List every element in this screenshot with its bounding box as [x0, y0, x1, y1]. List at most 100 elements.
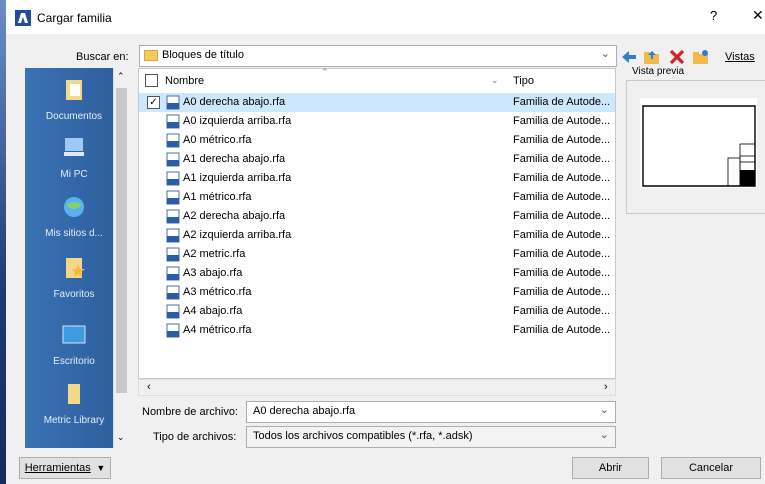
scroll-up-icon[interactable]: ⌃ [117, 71, 125, 82]
up-folder-icon[interactable] [643, 49, 661, 65]
file-name: A4 abajo.rfa [183, 305, 243, 317]
file-name: A0 derecha abajo.rfa [183, 96, 286, 108]
dropdown-arrow-icon: ▼ [93, 463, 106, 473]
open-button[interactable]: Abrir [572, 457, 649, 479]
chevron-down-icon[interactable]: ⌄ [600, 403, 609, 416]
library-folder-icon [68, 384, 80, 404]
chevron-down-icon: ⌄ [599, 429, 609, 441]
file-type: Familia de Autode... [513, 96, 611, 108]
file-row[interactable]: A1 izquierda arriba.rfa Familia de Autode… [139, 169, 615, 188]
file-row[interactable]: A4 abajo.rfa Familia de Autode... [139, 302, 615, 321]
filename-input[interactable]: A0 derecha abajo.rfa ⌄ [246, 401, 616, 423]
scroll-down-icon[interactable]: ⌄ [117, 432, 125, 443]
rfa-file-icon [166, 247, 180, 262]
place-label: Mis sitios d... [45, 228, 103, 239]
file-type: Familia de Autode... [513, 229, 611, 241]
chevron-down-icon[interactable]: ⌄ [491, 75, 499, 86]
file-name: A1 métrico.rfa [183, 191, 252, 203]
file-type: Familia de Autode... [513, 248, 611, 260]
column-header-name[interactable]: Nombre ⌃ ⌄ [139, 67, 506, 93]
place-documents[interactable]: Documentos [25, 78, 123, 122]
tools-label: Herramientas [24, 462, 91, 474]
file-row[interactable]: A2 izquierda arriba.rfa Familia de Autode… [139, 226, 615, 245]
back-arrow-icon[interactable] [620, 49, 638, 65]
file-name: A0 métrico.rfa [183, 134, 252, 146]
file-row[interactable]: A2 derecha abajo.rfa Familia de Autode... [139, 207, 615, 226]
tools-button[interactable]: Herramientas ▼ [19, 457, 111, 479]
column-header-type[interactable]: Tipo [505, 69, 615, 93]
file-name: A2 derecha abajo.rfa [183, 210, 286, 222]
help-button[interactable]: ? [710, 8, 717, 23]
rfa-file-icon [166, 190, 180, 205]
file-list: Nombre ⌃ ⌄ Tipo ✓ A0 derecha abajo.rfa Fam… [138, 67, 616, 379]
scroll-right-icon[interactable]: › [604, 381, 608, 393]
cancel-button[interactable]: Cancelar [661, 457, 761, 479]
rfa-file-icon [166, 171, 180, 186]
title-bar: Cargar familia ? ✕ [6, 0, 765, 34]
places-scrollbar[interactable]: ⌃ ⌄ [113, 68, 129, 448]
preview-label: Vista previa [632, 66, 685, 77]
filetype-select[interactable]: Todos los archivos compatibles (*.rfa, *… [246, 426, 616, 448]
column-type-label: Tipo [513, 75, 534, 87]
file-type: Familia de Autode... [513, 286, 611, 298]
documents-icon [66, 80, 82, 100]
folder-icon [144, 50, 158, 61]
file-row[interactable]: A4 métrico.rfa Familia de Autode... [139, 321, 615, 340]
file-type: Familia de Autode... [513, 210, 611, 222]
place-desktop[interactable]: Escritorio [25, 323, 123, 367]
file-type: Familia de Autode... [513, 191, 611, 203]
file-name: A2 metric.rfa [183, 248, 246, 260]
column-name-label: Nombre [165, 75, 205, 87]
scroll-left-icon[interactable]: ‹ [147, 381, 151, 393]
file-type: Familia de Autode... [513, 134, 611, 146]
views-button[interactable]: Vistas [725, 51, 755, 63]
preview-pane [626, 80, 765, 214]
place-label: Favoritos [53, 289, 95, 300]
place-label: Metric Library [43, 415, 105, 426]
place-label: Escritorio [53, 356, 95, 367]
filetype-value: Todos los archivos compatibles (*.rfa, *… [253, 430, 473, 442]
filename-label: Nombre de archivo: [142, 406, 238, 418]
file-name: A1 derecha abajo.rfa [183, 153, 286, 165]
file-name: A3 abajo.rfa [183, 267, 243, 279]
file-name: A1 izquierda arriba.rfa [183, 172, 292, 184]
delete-icon[interactable] [668, 49, 686, 65]
file-row[interactable]: A3 abajo.rfa Familia de Autode... [139, 264, 615, 283]
filename-value: A0 derecha abajo.rfa [253, 405, 356, 417]
network-icon [64, 197, 84, 217]
revit-app-icon [15, 10, 31, 26]
file-row[interactable]: A3 métrico.rfa Familia de Autode... [139, 283, 615, 302]
load-family-dialog: Cargar familia ? ✕ Buscar en: Bloques de… [6, 0, 765, 484]
select-all-checkbox[interactable] [145, 74, 158, 87]
file-row[interactable]: ✓ A0 derecha abajo.rfa Familia de Autode..… [139, 93, 615, 112]
rfa-file-icon [166, 95, 180, 110]
file-type: Familia de Autode... [513, 324, 611, 336]
file-row[interactable]: A1 métrico.rfa Familia de Autode... [139, 188, 615, 207]
file-type: Familia de Autode... [513, 153, 611, 165]
rfa-file-icon [166, 133, 180, 148]
place-mysites[interactable]: Mis sitios d... [25, 195, 123, 239]
file-type: Familia de Autode... [513, 115, 611, 127]
file-type: Familia de Autode... [513, 305, 611, 317]
rfa-file-icon [166, 114, 180, 129]
file-row[interactable]: A2 metric.rfa Familia de Autode... [139, 245, 615, 264]
lookin-combo[interactable]: Bloques de título ⌄ [139, 45, 617, 67]
horizontal-scrollbar[interactable]: ‹ › [138, 379, 616, 396]
desktop-icon [62, 325, 86, 344]
close-button[interactable]: ✕ [752, 7, 764, 24]
row-checkbox[interactable]: ✓ [147, 96, 160, 109]
places-bar: Documentos Mi PC Mis sitios d... Favorit… [25, 68, 123, 448]
file-row[interactable]: A0 métrico.rfa Familia de Autode... [139, 131, 615, 150]
place-favorites[interactable]: Favoritos [25, 256, 123, 300]
scroll-thumb[interactable] [116, 88, 127, 393]
place-metric-library[interactable]: Metric Library [25, 382, 123, 426]
computer-icon [64, 138, 84, 156]
file-row[interactable]: A0 izquierda arriba.rfa Familia de Autode… [139, 112, 615, 131]
file-row[interactable]: A1 derecha abajo.rfa Familia de Autode... [139, 150, 615, 169]
place-mypc[interactable]: Mi PC [25, 136, 123, 180]
chevron-down-icon: ⌄ [600, 48, 610, 60]
lookin-value: Bloques de título [162, 49, 244, 61]
title-block-preview-image [640, 98, 757, 188]
rfa-file-icon [166, 228, 180, 243]
new-folder-icon[interactable] [692, 49, 710, 65]
